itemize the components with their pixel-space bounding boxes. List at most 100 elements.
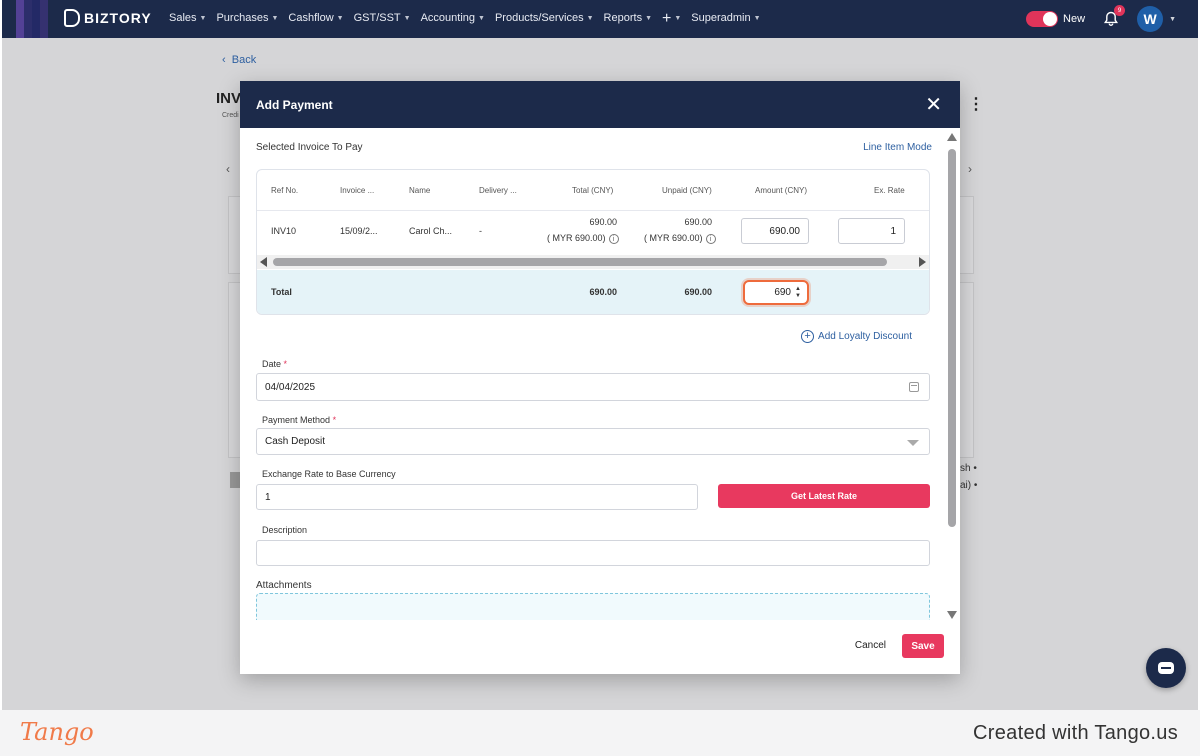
total-label: Total	[271, 287, 292, 297]
scroll-right-icon[interactable]	[919, 257, 926, 267]
bg-invoice-subtitle: Credi	[222, 112, 239, 119]
horizontal-scrollbar[interactable]	[257, 255, 929, 269]
required-mark: *	[332, 415, 337, 425]
chevron-left-icon: ‹	[222, 54, 226, 66]
chevron-down-icon: ▼	[753, 14, 761, 22]
nav-superadmin-label: Superadmin	[691, 12, 751, 24]
nav-gst-sst[interactable]: GST/SST ▼	[354, 12, 411, 24]
total-row: Total 690.00 690.00 690 ▲ ▼	[257, 270, 929, 314]
exchange-rate-label: Exchange Rate to Base Currency	[262, 469, 396, 479]
column-header-total: Total (CNY)	[572, 186, 614, 195]
exchange-rate-input[interactable]: 1	[256, 484, 698, 510]
nav-purchases[interactable]: Purchases ▼	[216, 12, 278, 24]
column-header-delivery: Delivery ...	[479, 186, 517, 195]
nav-accounting[interactable]: Accounting ▼	[421, 12, 485, 24]
chat-button[interactable]	[1146, 648, 1186, 688]
vertical-scrollbar[interactable]	[946, 133, 958, 619]
info-icon[interactable]: i	[608, 233, 619, 244]
scroll-up-icon[interactable]	[947, 133, 957, 141]
unpaid-sum: 690.00	[684, 287, 712, 297]
selected-invoice-label: Selected Invoice To Pay	[256, 142, 363, 153]
brand-logo[interactable]: BIZTORY	[64, 9, 152, 27]
notification-badge: 9	[1114, 5, 1126, 16]
nav-accounting-label: Accounting	[420, 12, 476, 24]
bg-invoice-title: INV	[216, 90, 242, 107]
chevron-down-icon: ▼	[478, 14, 485, 22]
attachments-dropzone[interactable]	[256, 593, 930, 620]
new-ui-toggle[interactable]: New	[1026, 11, 1085, 27]
date-field[interactable]: 04/04/2025	[256, 373, 930, 401]
description-label: Description	[262, 525, 308, 535]
nav-cashflow[interactable]: Cashflow ▼	[288, 12, 343, 24]
chevron-down-icon: ▼	[586, 14, 594, 22]
chevron-right-icon[interactable]: ›	[968, 162, 972, 176]
customer-name-link[interactable]: Carol Ch...	[409, 226, 452, 236]
top-navbar: BIZTORY Sales ▼ Purchases ▼ Cashflow ▼ GST/…	[2, 0, 1198, 38]
nav-superadmin[interactable]: Superadmin ▼	[691, 12, 760, 24]
column-header-unpaid: Unpaid (CNY)	[662, 186, 712, 195]
cancel-button[interactable]: Cancel	[855, 640, 886, 651]
tango-credit: Created with Tango.us	[973, 722, 1178, 744]
payment-method-label-text: Payment Method	[262, 415, 331, 425]
nav-reports[interactable]: Reports ▼	[604, 12, 652, 24]
more-options-icon[interactable]: ⋮	[968, 94, 984, 114]
nav-sales[interactable]: Sales ▼	[169, 12, 206, 24]
brand-name: BIZTORY	[84, 10, 152, 26]
add-loyalty-discount-button[interactable]: + Add Loyalty Discount	[801, 330, 912, 343]
nav-products-services[interactable]: Products/Services ▼	[495, 12, 594, 24]
nav-quick-add[interactable]: + ▼	[662, 10, 682, 26]
chevron-down-icon: ▼	[271, 14, 279, 22]
invoice-ref-link[interactable]: INV10	[271, 226, 296, 236]
user-avatar[interactable]: W	[1137, 6, 1164, 32]
scrollbar-thumb[interactable]	[948, 149, 956, 527]
save-button[interactable]: Save	[902, 634, 944, 658]
scroll-down-icon[interactable]	[947, 611, 957, 619]
attachments-label: Attachments	[256, 580, 312, 591]
app-frame: BIZTORY Sales ▼ Purchases ▼ Cashflow ▼ GST/…	[2, 0, 1198, 710]
date-label: Date *	[262, 359, 287, 369]
dropdown-arrow-icon	[907, 440, 919, 446]
chevron-down-icon: ▼	[674, 14, 682, 22]
back-label: Back	[231, 54, 257, 66]
main-menu: Sales ▼ Purchases ▼ Cashflow ▼ GST/SST ▼ Acc…	[169, 10, 761, 26]
get-latest-rate-button[interactable]: Get Latest Rate	[718, 484, 930, 508]
unpaid-base-text: ( MYR 690.00)	[644, 233, 703, 243]
column-header-name: Name	[409, 186, 431, 195]
scroll-left-icon[interactable]	[260, 257, 267, 267]
ex-rate-input[interactable]: 1	[838, 218, 905, 244]
back-link[interactable]: ‹ Back	[222, 54, 256, 66]
date-value: 04/04/2025	[265, 381, 316, 393]
chevron-down-icon: ▼	[336, 14, 344, 22]
chevron-down-icon[interactable]: ▼	[1169, 16, 1176, 23]
column-header-ref: Ref No.	[271, 186, 299, 195]
payment-method-select[interactable]: Cash Deposit	[256, 428, 930, 455]
bg-side-line: ai) •	[960, 480, 978, 491]
spinner-arrows-icon[interactable]: ▲ ▼	[795, 286, 801, 300]
payment-method-label: Payment Method *	[262, 415, 336, 425]
amount-input[interactable]: 690.00	[741, 218, 809, 244]
chevron-left-icon[interactable]: ‹	[226, 162, 230, 176]
line-item-mode-link[interactable]: Line Item Mode	[863, 142, 932, 153]
logo-mark-icon	[64, 9, 80, 27]
close-icon[interactable]: ✕	[925, 95, 942, 115]
description-input[interactable]	[256, 540, 930, 566]
payment-method-value: Cash Deposit	[265, 436, 326, 447]
info-icon[interactable]: i	[705, 233, 716, 244]
scrollbar-thumb[interactable]	[273, 258, 887, 266]
modal-body[interactable]: Selected Invoice To Pay Line Item Mode R…	[240, 128, 948, 620]
toggle-switch[interactable]	[1026, 11, 1059, 27]
add-payment-modal: Add Payment ✕ Selected Invoice To Pay Li…	[240, 81, 960, 674]
notification-bell[interactable]: 9	[1103, 5, 1126, 27]
bg-side-line: sh •	[960, 463, 977, 474]
required-mark: *	[283, 359, 288, 369]
tango-logo: Tango	[20, 718, 94, 746]
nav-purchases-label: Purchases	[216, 12, 269, 24]
bg-side-text: sh • ai) •	[960, 460, 977, 494]
total-base-text: ( MYR 690.00)	[547, 233, 606, 243]
nav-sales-label: Sales	[169, 12, 197, 24]
calendar-icon[interactable]	[909, 382, 919, 392]
loyalty-label: Add Loyalty Discount	[818, 331, 912, 342]
chevron-down-icon: ▼	[403, 14, 411, 22]
total-amount-input[interactable]: 690 ▲ ▼	[743, 280, 809, 305]
nav-reports-label: Reports	[603, 12, 643, 24]
